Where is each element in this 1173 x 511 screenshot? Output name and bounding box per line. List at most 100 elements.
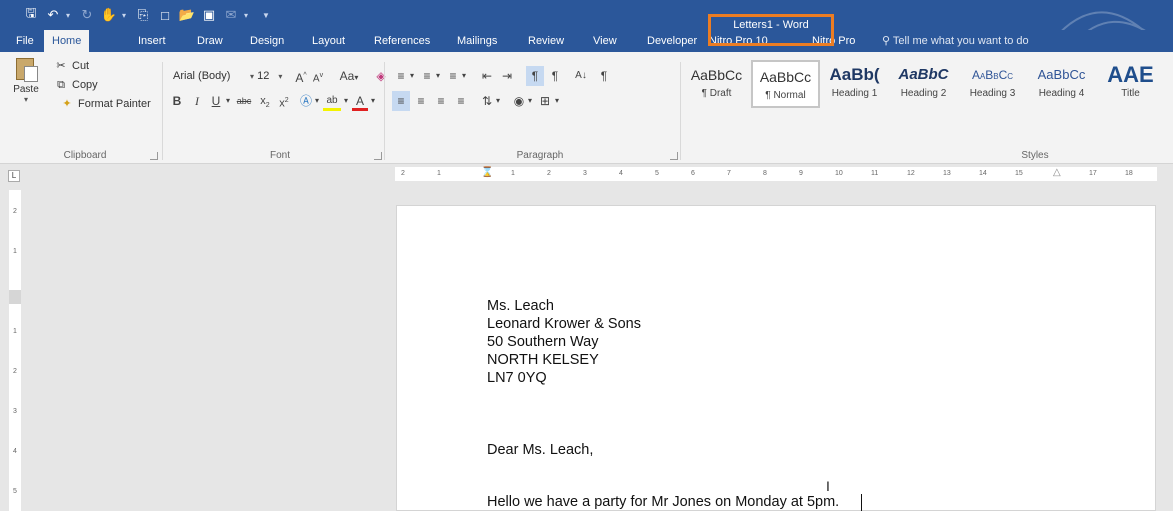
redo-icon[interactable]: ↻ (78, 6, 96, 24)
style-heading-3[interactable]: AaBbCc Heading 3 (958, 60, 1027, 108)
align-right-icon[interactable]: ≡ (432, 91, 450, 111)
style-heading-2[interactable]: AaBbC Heading 2 (889, 60, 958, 108)
italic-icon[interactable]: I (190, 91, 204, 111)
tab-view[interactable]: View (585, 30, 625, 52)
increase-indent-icon[interactable]: ⇥ (498, 66, 516, 86)
paragraph-launcher-icon[interactable] (670, 152, 678, 160)
tab-layout[interactable]: Layout (304, 30, 353, 52)
text-effects-dropdown-icon[interactable]: ▾ (313, 91, 321, 111)
right-indent-marker-icon[interactable]: △ (1053, 167, 1061, 178)
highlight-color-icon[interactable]: ab (323, 91, 341, 111)
tab-home[interactable]: Home (44, 30, 90, 52)
font-size-box[interactable]: ▾ 12 ▾ (245, 66, 287, 86)
open-folder-icon[interactable]: 📂 (178, 6, 196, 24)
justify-icon[interactable]: ≡ (452, 91, 470, 111)
tab-references[interactable]: References (366, 30, 438, 52)
tab-mailings[interactable]: Mailings (449, 30, 505, 52)
address-line: 50 Southern Way (487, 334, 599, 350)
subscript-icon[interactable]: x2 (257, 91, 273, 111)
ruler-tick: 11 (871, 170, 879, 177)
change-case-label: Aa (339, 69, 355, 83)
undo-icon[interactable]: ↶ (44, 6, 62, 24)
font-group-label: Font (269, 150, 290, 161)
clipboard-launcher-icon[interactable] (150, 152, 158, 160)
address-line: Leonard Krower & Sons (487, 316, 641, 332)
font-launcher-icon[interactable] (374, 152, 382, 160)
print-layout-icon[interactable]: ▣ (200, 6, 218, 24)
tell-me-box[interactable]: ⚲ Tell me what you want to do (882, 30, 1029, 52)
undo-dropdown-icon[interactable]: ▾ (66, 11, 74, 20)
borders-icon[interactable]: ⊞ (536, 91, 554, 111)
tab-design[interactable]: Design (242, 30, 292, 52)
horizontal-ruler[interactable]: 2 1 1 2 3 4 5 6 7 8 9 10 11 12 13 14 15 … (395, 167, 1157, 181)
grow-font-icon[interactable]: A^ (294, 66, 308, 86)
ltr-icon[interactable]: ¶ (526, 66, 544, 86)
show-formatting-icon[interactable]: ¶ (596, 66, 612, 86)
sort-icon[interactable]: A↓ (572, 66, 590, 86)
ruler-tick: 4 (13, 448, 17, 455)
style-heading-4[interactable]: AaBbCc Heading 4 (1027, 60, 1096, 108)
copy-button[interactable]: ⧉ Copy (54, 77, 98, 93)
tab-developer[interactable]: Developer (639, 30, 705, 52)
superscript-icon[interactable]: x2 (276, 91, 292, 111)
style-title[interactable]: AAE Title (1096, 60, 1165, 108)
cut-button[interactable]: ✂ Cut (54, 58, 89, 74)
body-paragraph: Hello we have a party for Mr Jones on Mo… (487, 494, 840, 510)
tab-file[interactable]: File (8, 30, 42, 52)
indent-marker-icon[interactable]: ⌛ (481, 167, 493, 178)
title-bar: 🖫 ↶ ▾ ↻ ✋ ▾ ⎘ □ 📂 ▣ ✉ ▾ ▼ (0, 0, 1173, 46)
change-case-dropdown-icon: ▾ (354, 73, 359, 82)
underline-dropdown-icon[interactable]: ▾ (224, 91, 232, 111)
shrink-font-icon[interactable]: Av (311, 66, 325, 86)
shading-dropdown-icon[interactable]: ▾ (526, 91, 534, 111)
strikethrough-icon[interactable]: abc (234, 91, 254, 111)
bullets-dropdown-icon[interactable]: ▾ (408, 66, 416, 86)
touch-mode-icon[interactable]: ✋ (100, 6, 118, 24)
styles-group-label: Styles (1021, 150, 1049, 161)
print-preview-icon[interactable]: ⎘ (134, 6, 152, 24)
change-case-button[interactable]: Aa▾ (336, 66, 362, 86)
style-sample: AaBbCc (759, 69, 812, 85)
bold-icon[interactable]: B (170, 91, 184, 111)
ribbon-tabs: File Home Insert Draw Design Layout Refe… (0, 30, 1173, 52)
paste-button[interactable]: Paste ▾ (10, 56, 42, 104)
vertical-ruler[interactable]: 2 1 1 2 3 4 5 (9, 190, 21, 511)
highlight-dropdown-icon[interactable]: ▾ (342, 91, 350, 111)
email-dropdown-icon[interactable]: ▾ (244, 11, 252, 20)
underline-icon[interactable]: U (209, 91, 223, 111)
style-name: Title (1121, 88, 1140, 99)
tab-selector[interactable]: L (8, 170, 20, 182)
style-name: ¶ Draft (701, 88, 732, 99)
rtl-icon[interactable]: ¶ (546, 66, 564, 86)
align-center-icon[interactable]: ≡ (412, 91, 430, 111)
document-page[interactable]: Ms. Leach Leonard Krower & Sons 50 South… (396, 205, 1156, 511)
line-spacing-dropdown-icon[interactable]: ▾ (494, 91, 502, 111)
tab-review[interactable]: Review (520, 30, 572, 52)
tab-draw[interactable]: Draw (189, 30, 231, 52)
font-name-box[interactable]: Arial (Body) (168, 66, 244, 86)
style-name: Heading 4 (1038, 88, 1085, 99)
cut-label: Cut (72, 60, 90, 72)
text-effects-icon[interactable]: Ⓐ (298, 91, 314, 111)
style-draft[interactable]: AaBbCc ¶ Draft (682, 60, 751, 108)
email-icon[interactable]: ✉ (222, 6, 240, 24)
borders-dropdown-icon[interactable]: ▾ (553, 91, 561, 111)
customize-qat-icon[interactable]: ▼ (262, 11, 270, 20)
touch-dropdown-icon[interactable]: ▾ (122, 11, 130, 20)
numbering-dropdown-icon[interactable]: ▾ (434, 66, 442, 86)
new-document-icon[interactable]: □ (156, 6, 174, 24)
multilevel-dropdown-icon[interactable]: ▾ (460, 66, 468, 86)
style-name: Heading 2 (900, 88, 947, 99)
style-heading-1[interactable]: AaBb( Heading 1 (820, 60, 889, 108)
font-color-icon[interactable]: A (352, 91, 368, 111)
decrease-indent-icon[interactable]: ⇤ (478, 66, 496, 86)
ruler-tick: 4 (619, 170, 623, 177)
tab-insert[interactable]: Insert (130, 30, 174, 52)
format-painter-button[interactable]: ✦ Format Painter (60, 96, 150, 112)
save-icon[interactable]: 🖫 (22, 5, 40, 24)
align-left-icon[interactable]: ≡ (392, 91, 410, 111)
clear-formatting-icon[interactable]: ◈ (373, 66, 389, 86)
font-color-dropdown-icon[interactable]: ▾ (369, 91, 377, 111)
paste-dropdown-icon[interactable]: ▾ (10, 95, 42, 104)
style-normal[interactable]: AaBbCc ¶ Normal (751, 60, 820, 108)
